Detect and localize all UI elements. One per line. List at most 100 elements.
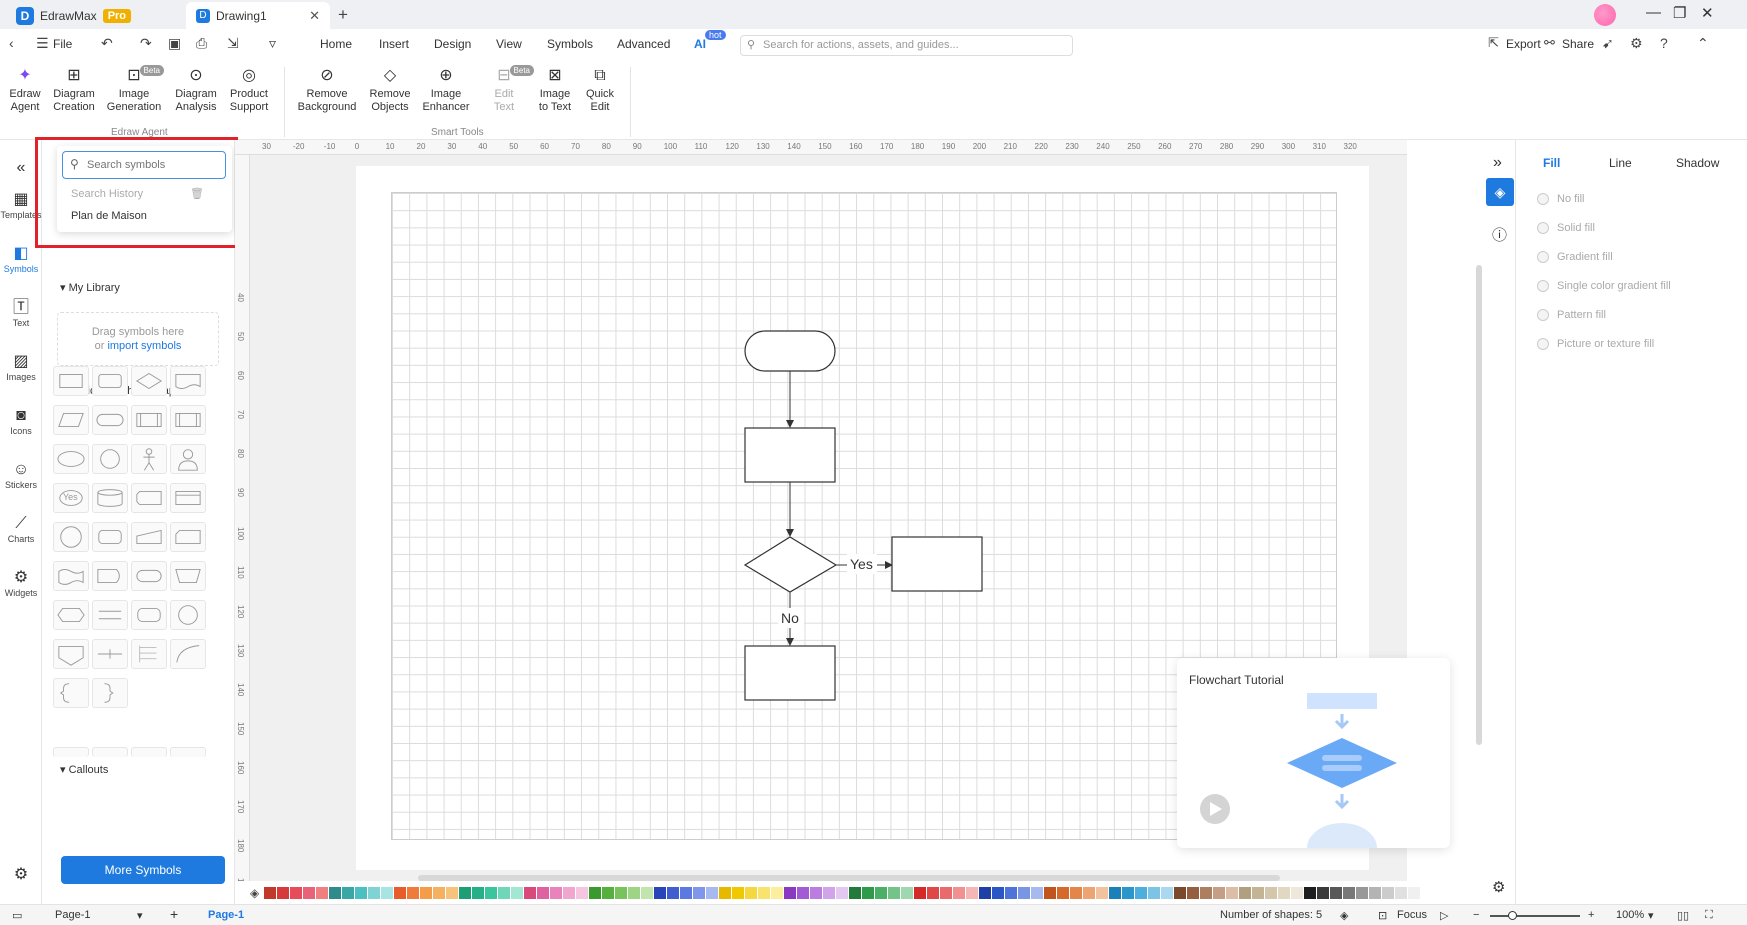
color-swatch[interactable] — [1070, 887, 1083, 899]
color-swatch[interactable] — [732, 887, 745, 899]
export-icon[interactable]: ⇱ — [1488, 35, 1499, 51]
zoom-out-icon[interactable]: − — [1473, 909, 1479, 921]
flowchart-shape[interactable] — [170, 561, 206, 591]
color-swatch[interactable] — [511, 887, 524, 899]
undo-icon[interactable]: ↶ — [101, 35, 113, 52]
redo-icon[interactable]: ↷ — [140, 35, 152, 52]
image-enhancer-button[interactable]: ⊕ Image Enhancer — [416, 67, 476, 114]
flowchart-shape[interactable] — [92, 522, 128, 552]
color-swatch[interactable] — [641, 887, 654, 899]
color-swatch[interactable] — [758, 887, 771, 899]
color-swatch[interactable] — [1317, 887, 1330, 899]
zoom-in-icon[interactable]: + — [1588, 909, 1594, 921]
diagram-creation-button[interactable]: ⊞ Diagram Creation — [44, 67, 104, 114]
callout-shape[interactable] — [92, 747, 128, 757]
flowchart-shape[interactable] — [170, 522, 206, 552]
color-swatch[interactable] — [875, 887, 888, 899]
fill-option-solid[interactable]: Solid fill — [1537, 222, 1595, 234]
flowchart-shape[interactable] — [131, 444, 167, 474]
settings-icon[interactable]: ⚙ — [1630, 35, 1643, 52]
color-swatch[interactable] — [992, 887, 1005, 899]
color-swatch[interactable] — [1057, 887, 1070, 899]
quick-edit-button[interactable]: ⧉ Quick Edit — [570, 67, 630, 114]
flowchart-shape[interactable] — [53, 444, 89, 474]
color-swatch[interactable] — [459, 887, 472, 899]
app-tab[interactable]: D EdrawMax Pro — [6, 2, 184, 29]
color-swatch[interactable] — [290, 887, 303, 899]
fill-option-picture[interactable]: Picture or texture fill — [1537, 338, 1654, 350]
remove-objects-button[interactable]: ◇ Remove Objects — [360, 67, 420, 114]
color-swatch[interactable] — [407, 887, 420, 899]
back-icon[interactable]: ‹ — [9, 35, 14, 51]
flowchart-shape[interactable] — [92, 405, 128, 435]
remove-background-button[interactable]: ⊘ Remove Background — [297, 67, 357, 114]
color-swatch[interactable] — [446, 887, 459, 899]
tab-line[interactable]: Line — [1609, 156, 1632, 170]
color-swatch[interactable] — [1330, 887, 1343, 899]
color-swatch[interactable] — [628, 887, 641, 899]
flowchart-shape[interactable] — [131, 483, 167, 513]
color-swatch[interactable] — [589, 887, 602, 899]
radio[interactable] — [1537, 193, 1549, 205]
flowchart-shape[interactable] — [92, 600, 128, 630]
color-swatch[interactable] — [368, 887, 381, 899]
flowchart-shape[interactable] — [53, 678, 89, 708]
color-swatch[interactable] — [888, 887, 901, 899]
zoom-level[interactable]: 100% — [1616, 909, 1644, 921]
color-swatch[interactable] — [693, 887, 706, 899]
flowchart-shape[interactable] — [131, 522, 167, 552]
focus-button[interactable]: Focus — [1397, 909, 1427, 921]
color-swatch[interactable] — [1187, 887, 1200, 899]
color-swatch[interactable] — [1122, 887, 1135, 899]
color-swatch[interactable] — [1304, 887, 1317, 899]
fill-option-none[interactable]: No fill — [1537, 193, 1585, 205]
color-swatch[interactable] — [953, 887, 966, 899]
close-window-icon[interactable]: ✕ — [1701, 4, 1714, 22]
color-swatch[interactable] — [797, 887, 810, 899]
color-swatch[interactable] — [524, 887, 537, 899]
color-swatch[interactable] — [1135, 887, 1148, 899]
color-swatch[interactable] — [1096, 887, 1109, 899]
nav-icons[interactable]: ◙ Icons — [0, 406, 42, 436]
color-swatch[interactable] — [680, 887, 693, 899]
page-tab[interactable]: Page-1 — [208, 909, 244, 921]
color-swatch[interactable] — [303, 887, 316, 899]
file-menu[interactable]: File — [53, 37, 72, 51]
vertical-scrollbar[interactable] — [1476, 265, 1482, 745]
layers-icon[interactable]: ◈ — [1340, 909, 1348, 922]
product-support-button[interactable]: ◎ Product Support — [219, 67, 279, 114]
menu-icon[interactable]: ☰ — [36, 35, 49, 52]
flowchart-shape[interactable] — [170, 405, 206, 435]
color-swatch[interactable] — [329, 887, 342, 899]
color-swatch[interactable] — [563, 887, 576, 899]
color-swatch[interactable] — [1356, 887, 1369, 899]
more-symbols-button[interactable]: More Symbols — [61, 856, 225, 884]
nav-images[interactable]: ▨ Images — [0, 352, 42, 382]
menu-home[interactable]: Home — [320, 37, 352, 51]
flowchart-shape[interactable] — [92, 639, 128, 669]
flowchart-shape[interactable] — [92, 678, 128, 708]
close-tab-icon[interactable]: ✕ — [309, 8, 320, 24]
flowchart-shape[interactable] — [53, 366, 89, 396]
color-swatch[interactable] — [862, 887, 875, 899]
radio[interactable] — [1537, 222, 1549, 234]
color-swatch[interactable] — [1018, 887, 1031, 899]
image-generation-button[interactable]: Beta ⊡ Image Generation — [104, 65, 164, 114]
nav-symbols[interactable]: ◧ Symbols — [0, 244, 42, 274]
flowchart-shape[interactable] — [53, 639, 89, 669]
focus-icon[interactable]: ⊡ — [1378, 909, 1387, 922]
flowchart-shape[interactable] — [53, 522, 89, 552]
chevron-down-icon[interactable]: ▾ — [137, 909, 143, 922]
radio[interactable] — [1537, 251, 1549, 263]
restore-icon[interactable]: ❐ — [1673, 4, 1686, 22]
color-swatch[interactable] — [1174, 887, 1187, 899]
minimize-icon[interactable]: — — [1646, 4, 1661, 21]
import-symbols-link[interactable]: import symbols — [107, 340, 181, 352]
color-swatch[interactable] — [927, 887, 940, 899]
color-swatch[interactable] — [1083, 887, 1096, 899]
color-swatch[interactable] — [1408, 887, 1421, 899]
fill-option-gradient[interactable]: Gradient fill — [1537, 251, 1613, 263]
color-swatch[interactable] — [420, 887, 433, 899]
publish-icon[interactable]: ➹ — [1602, 35, 1614, 52]
color-swatch[interactable] — [654, 887, 667, 899]
